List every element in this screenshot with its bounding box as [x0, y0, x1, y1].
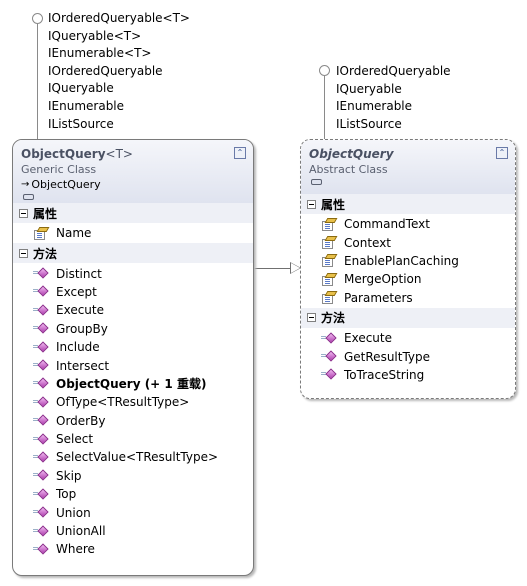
methods-list: Execute GetResultType ToTraceString — [301, 327, 515, 386]
interface-item: IQueryable — [48, 81, 114, 96]
class-name: ObjectQuery — [309, 147, 394, 161]
method-icon — [33, 543, 49, 555]
interface-item: IEnumerable<T> — [48, 46, 152, 61]
inherits-arrow-icon: → — [21, 179, 30, 190]
method-icon — [33, 488, 49, 500]
method-icon — [33, 377, 49, 390]
property-item[interactable]: Parameters — [301, 289, 515, 307]
property-icon — [321, 291, 338, 305]
collapse-button[interactable]: ⌃ — [234, 147, 246, 159]
interface-lollipop-icon — [319, 65, 330, 76]
method-icon — [33, 396, 49, 408]
method-icon — [321, 350, 337, 362]
method-icon — [321, 368, 337, 381]
collapse-button[interactable]: ⌃ — [496, 147, 508, 159]
interface-list: IOrderedQueryable<T> IQueryable<T> IEnum… — [48, 10, 190, 133]
method-icon — [321, 331, 337, 344]
properties-list: CommandText Context EnablePlanCaching Merge… — [301, 214, 515, 308]
property-item[interactable]: Context — [301, 233, 515, 251]
method-icon — [33, 340, 49, 353]
class-header: ObjectQuery Abstract Class ⌃ — [301, 140, 515, 194]
method-icon — [33, 322, 49, 334]
collapse-toggle-icon[interactable] — [307, 199, 316, 209]
interface-list: IOrderedQueryable IQueryable IEnumerable… — [336, 63, 451, 133]
method-item[interactable]: Union — [13, 503, 253, 521]
properties-section-header[interactable]: 属性 — [301, 194, 515, 214]
method-item[interactable]: Include — [13, 338, 253, 356]
interface-item: IListSource — [48, 116, 114, 131]
interface-item: IOrderedQueryable — [336, 64, 451, 78]
interface-stem — [324, 76, 325, 140]
method-item[interactable]: Skip — [13, 467, 253, 485]
collapse-toggle-icon[interactable] — [19, 208, 28, 218]
interface-item: IEnumerable — [48, 98, 125, 113]
method-item[interactable]: Where — [13, 540, 253, 558]
interface-item: IOrderedQueryable<T> — [48, 11, 190, 25]
method-icon — [33, 359, 49, 371]
class-header: ObjectQuery<T> Generic Class → ObjectQue… — [13, 140, 253, 203]
interface-item: IEnumerable — [336, 99, 413, 114]
method-item[interactable]: OfType<TResultType> — [13, 393, 253, 411]
class-name: ObjectQuery<T> — [21, 147, 133, 161]
method-item[interactable]: Execute — [301, 329, 515, 347]
property-item[interactable]: Name — [13, 224, 253, 242]
interface-stem — [37, 24, 38, 140]
property-icon — [321, 236, 338, 250]
interface-item: IOrderedQueryable — [48, 63, 163, 78]
method-item[interactable]: Intersect — [13, 356, 253, 374]
property-item[interactable]: MergeOption — [301, 270, 515, 288]
method-item[interactable]: Execute — [13, 301, 253, 319]
collapse-toggle-icon[interactable] — [19, 248, 28, 258]
method-icon — [33, 451, 49, 463]
method-item[interactable]: OrderBy — [13, 412, 253, 430]
interface-lollipop-icon — [32, 13, 43, 24]
property-icon — [321, 272, 338, 286]
method-item[interactable]: SelectValue<TResultType> — [13, 448, 253, 466]
method-icon — [33, 414, 49, 426]
base-class-ref: → ObjectQuery — [21, 178, 101, 191]
property-item[interactable]: EnablePlanCaching — [301, 252, 515, 270]
methods-list: Distinct Except Execute GroupBy Include Inter… — [13, 263, 253, 560]
methods-section-header[interactable]: 方法 — [301, 307, 515, 328]
property-icon — [321, 254, 338, 268]
properties-section-header[interactable]: 属性 — [13, 203, 253, 223]
method-item[interactable]: GetResultType — [301, 347, 515, 365]
method-icon — [33, 267, 49, 279]
method-icon — [33, 469, 49, 482]
class-kind: Generic Class — [21, 163, 97, 176]
method-icon — [33, 432, 49, 445]
method-item[interactable]: ToTraceString — [301, 366, 515, 384]
method-item[interactable]: UnionAll — [13, 522, 253, 540]
interface-item: IQueryable<T> — [48, 28, 142, 43]
property-icon — [321, 217, 338, 231]
method-item[interactable]: ObjectQuery (+ 1 重载) — [13, 375, 253, 393]
class-shape-icon — [23, 194, 34, 200]
inheritance-line — [253, 268, 291, 269]
method-icon — [33, 506, 49, 518]
method-icon — [33, 285, 49, 298]
method-item[interactable]: GroupBy — [13, 320, 253, 338]
method-item[interactable]: Distinct — [13, 264, 253, 282]
collapse-toggle-icon[interactable] — [307, 313, 316, 323]
interface-item: IQueryable — [336, 81, 402, 96]
property-item[interactable]: CommandText — [301, 215, 515, 233]
abstract-class-box[interactable]: ObjectQuery Abstract Class ⌃ 属性 CommandT… — [300, 139, 516, 399]
interface-item: IListSource — [336, 116, 402, 131]
method-item[interactable]: Select — [13, 430, 253, 448]
property-icon — [33, 226, 50, 240]
method-item[interactable]: Top — [13, 485, 253, 503]
generic-class-box[interactable]: ObjectQuery<T> Generic Class → ObjectQue… — [12, 139, 254, 576]
methods-section-header[interactable]: 方法 — [13, 243, 253, 264]
method-icon — [33, 524, 49, 537]
class-kind: Abstract Class — [309, 163, 388, 176]
properties-list: Name — [13, 223, 253, 244]
method-item[interactable]: Except — [13, 283, 253, 301]
method-icon — [33, 304, 49, 316]
class-shape-icon — [311, 179, 322, 185]
